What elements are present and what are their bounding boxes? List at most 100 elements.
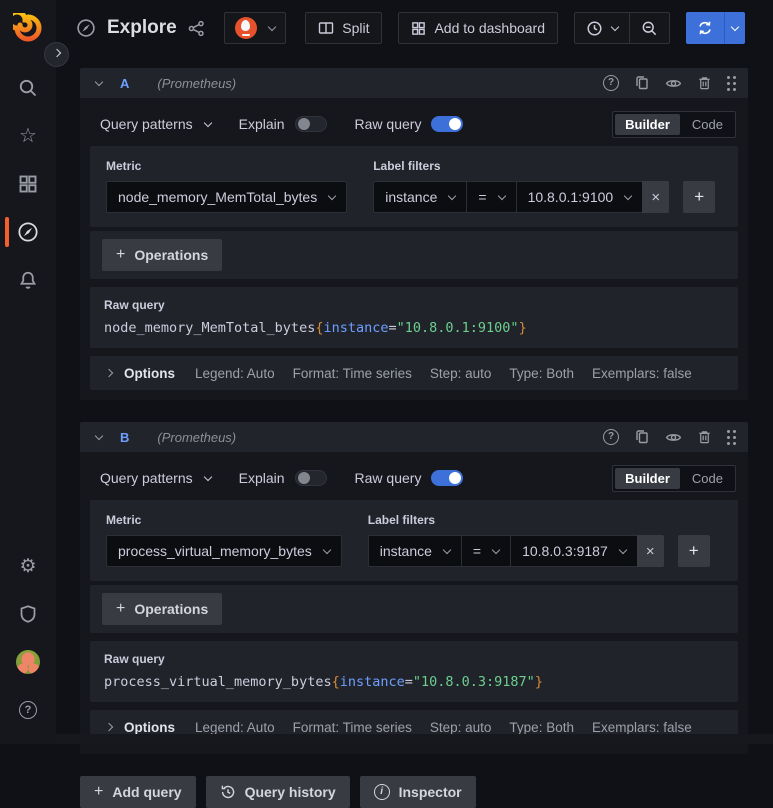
filter-operator-select[interactable]: = bbox=[460, 535, 511, 567]
raw-query-panel: Raw query node_memory_MemTotal_bytes{ins… bbox=[90, 287, 738, 348]
datasource-picker[interactable] bbox=[223, 12, 286, 44]
sidebar-item-profile[interactable] bbox=[0, 638, 56, 686]
zoom-out-button[interactable] bbox=[630, 13, 669, 43]
query-history-button[interactable]: Query history bbox=[205, 776, 350, 808]
drag-handle-icon[interactable] bbox=[727, 75, 736, 91]
add-operation-button[interactable]: + Operations bbox=[102, 239, 223, 271]
refresh-caret[interactable] bbox=[724, 12, 745, 44]
filter-label-select[interactable]: instance bbox=[367, 535, 461, 567]
collapse-chevron-icon[interactable] bbox=[94, 431, 104, 440]
sidebar-item-starred[interactable]: ☆ bbox=[0, 112, 56, 160]
label-filter-row: instance = 10.8.0.1:9100 × + bbox=[373, 181, 716, 213]
add-filter-button[interactable]: + bbox=[677, 535, 710, 567]
filter-operator-select[interactable]: = bbox=[466, 181, 516, 213]
option-type: Type: Both bbox=[509, 365, 574, 381]
metric-select[interactable]: process_virtual_memory_bytes bbox=[106, 535, 342, 567]
collapse-chevron-icon[interactable] bbox=[94, 77, 104, 86]
explain-toggle[interactable] bbox=[294, 116, 327, 132]
metric-value: node_memory_MemTotal_bytes bbox=[118, 189, 318, 205]
disable-query-button[interactable] bbox=[665, 75, 682, 92]
topbar-left: Explore bbox=[76, 12, 286, 44]
filter-value-select[interactable]: 10.8.0.3:9187 bbox=[510, 535, 637, 567]
query-header-a[interactable]: A (Prometheus) ? bbox=[80, 68, 748, 98]
delete-query-button[interactable] bbox=[697, 75, 712, 91]
filter-value: 10.8.0.3:9187 bbox=[522, 543, 608, 559]
query-actions: ? bbox=[603, 429, 736, 446]
query-datasource-hint: (Prometheus) bbox=[157, 75, 237, 91]
add-to-dashboard-button[interactable]: Add to dashboard bbox=[398, 12, 558, 44]
chevron-down-icon bbox=[203, 472, 212, 481]
query-help-button[interactable]: ? bbox=[603, 75, 619, 91]
filter-value-select[interactable]: 10.8.0.1:9100 bbox=[515, 181, 643, 213]
help-icon: ? bbox=[603, 429, 619, 445]
sidebar-item-explore[interactable] bbox=[0, 208, 56, 256]
split-button[interactable]: Split bbox=[305, 12, 383, 44]
query-help-button[interactable]: ? bbox=[603, 429, 619, 445]
sidebar-item-help[interactable]: ? bbox=[0, 686, 56, 734]
sidebar-item-configuration[interactable]: ⚙ bbox=[0, 542, 56, 590]
code-mode-button[interactable]: Code bbox=[682, 468, 733, 489]
raw-query-label: Raw query bbox=[354, 470, 422, 486]
metric-select[interactable]: node_memory_MemTotal_bytes bbox=[106, 181, 348, 213]
promql-close-brace: } bbox=[518, 320, 527, 336]
filter-label-select[interactable]: instance bbox=[373, 181, 467, 213]
explain-toggle[interactable] bbox=[294, 470, 327, 486]
label-filters-label: Label filters bbox=[373, 159, 441, 173]
run-query-button[interactable] bbox=[686, 12, 745, 44]
query-editor-a: A (Prometheus) ? Query patterns Explain … bbox=[80, 68, 748, 400]
sidebar-item-dashboards[interactable] bbox=[0, 160, 56, 208]
sidebar-nav-bottom: ⚙ ? bbox=[0, 534, 56, 744]
sidebar-expand-button[interactable] bbox=[44, 42, 69, 67]
editor-mode-switch: Builder Code bbox=[612, 464, 736, 492]
raw-query-toggle[interactable] bbox=[431, 470, 464, 486]
time-picker-button[interactable] bbox=[575, 13, 629, 43]
promql-close-brace: } bbox=[534, 674, 543, 690]
copy-icon bbox=[636, 430, 648, 444]
promql-label: instance bbox=[323, 320, 389, 336]
editor-mode-switch: Builder Code bbox=[612, 110, 736, 138]
clock-icon bbox=[587, 20, 602, 36]
builder-mode-button[interactable]: Builder bbox=[615, 467, 680, 489]
add-query-button[interactable]: + Add query bbox=[80, 776, 196, 808]
inspector-button[interactable]: i Inspector bbox=[359, 776, 476, 808]
code-mode-button[interactable]: Code bbox=[682, 114, 733, 135]
remove-filter-button[interactable]: × bbox=[642, 181, 670, 213]
raw-query-expression: node_memory_MemTotal_bytes{instance="10.… bbox=[104, 320, 724, 336]
duplicate-query-button[interactable] bbox=[634, 75, 650, 91]
inspector-label: Inspector bbox=[398, 784, 462, 800]
add-operation-button[interactable]: + Operations bbox=[102, 593, 223, 625]
query-patterns-dropdown[interactable]: Query patterns bbox=[100, 470, 212, 486]
sidebar-item-server-admin[interactable] bbox=[0, 590, 56, 638]
filter-label-value: instance bbox=[385, 189, 438, 205]
sidebar-item-alerting[interactable] bbox=[0, 256, 56, 304]
gear-icon: ⚙ bbox=[19, 555, 37, 577]
share-icon[interactable] bbox=[188, 20, 205, 37]
drag-handle-icon[interactable] bbox=[727, 429, 736, 445]
promql-metric: node_memory_MemTotal_bytes bbox=[104, 320, 316, 336]
raw-query-toggle[interactable] bbox=[431, 116, 464, 132]
metric-field: Metric process_virtual_memory_bytes bbox=[106, 513, 342, 567]
chevron-right-icon bbox=[104, 722, 114, 732]
disable-query-button[interactable] bbox=[665, 429, 682, 446]
query-options-row[interactable]: Options Legend: Auto Format: Time series… bbox=[90, 356, 738, 390]
explore-compass-icon bbox=[76, 18, 96, 38]
remove-filter-button[interactable]: × bbox=[636, 535, 664, 567]
query-header-b[interactable]: B (Prometheus) ? bbox=[80, 422, 748, 452]
topbar: Explore Split Add to dashboard bbox=[56, 0, 773, 56]
delete-query-button[interactable] bbox=[697, 429, 712, 445]
chevron-down-icon bbox=[618, 545, 627, 554]
raw-query-panel: Raw query process_virtual_memory_bytes{i… bbox=[90, 641, 738, 702]
query-patterns-label: Query patterns bbox=[100, 470, 193, 486]
option-step: Step: auto bbox=[429, 365, 492, 381]
query-patterns-dropdown[interactable]: Query patterns bbox=[100, 116, 212, 132]
add-filter-button[interactable]: + bbox=[683, 181, 716, 213]
chevron-down-icon bbox=[267, 22, 276, 31]
star-icon: ☆ bbox=[19, 125, 37, 147]
builder-mode-button[interactable]: Builder bbox=[615, 113, 680, 135]
sidebar-item-search[interactable] bbox=[0, 64, 56, 112]
chevron-down-icon bbox=[610, 22, 620, 31]
chevron-down-icon bbox=[448, 191, 457, 200]
duplicate-query-button[interactable] bbox=[634, 429, 650, 445]
trash-icon bbox=[699, 77, 710, 90]
topbar-right: Split Add to dashboard bbox=[305, 12, 745, 44]
